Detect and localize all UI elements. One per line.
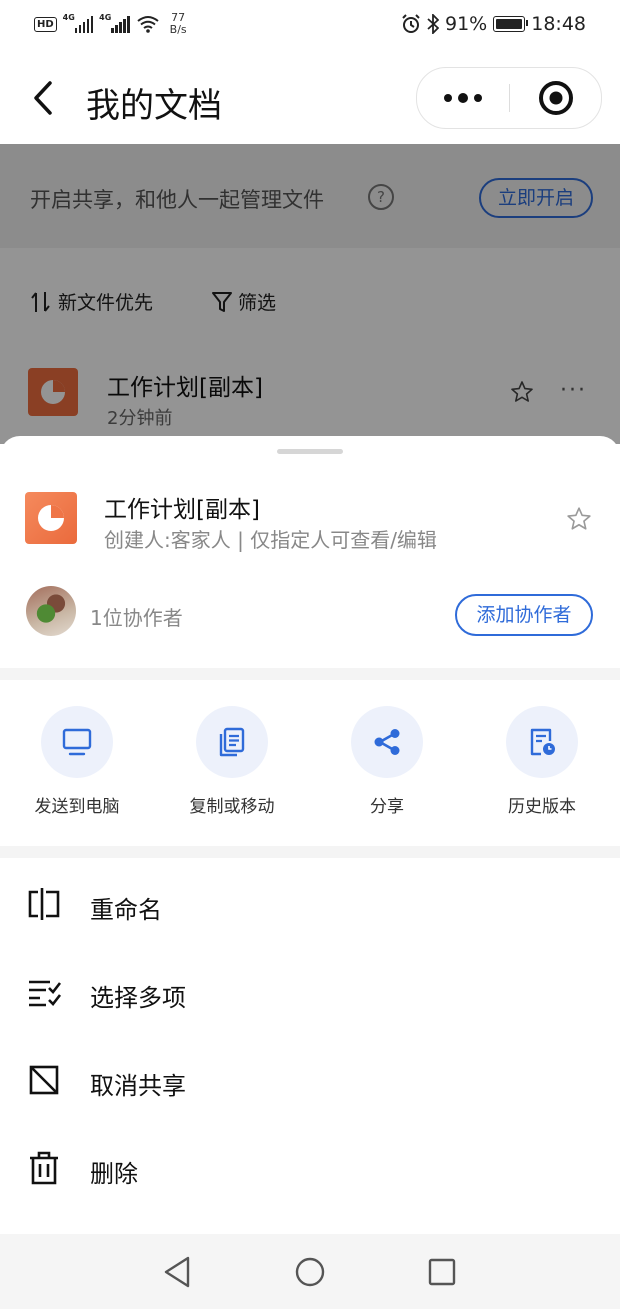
target-icon <box>538 81 573 115</box>
dim-overlay[interactable] <box>0 144 620 444</box>
sheet-file-name: 工作计划[副本] <box>104 497 260 523</box>
recents-square-icon[interactable] <box>424 1254 460 1290</box>
dot-icon <box>444 94 452 102</box>
multi-select-icon <box>29 980 62 1007</box>
action-label: 分享 <box>370 797 404 817</box>
unshare-menu-item[interactable]: 取消共享 <box>0 1036 620 1124</box>
alarm-icon <box>402 14 420 33</box>
dot-icon <box>474 94 482 102</box>
add-collaborator-button[interactable]: 添加协作者 <box>455 594 593 636</box>
action-icon-circle <box>506 706 578 778</box>
mini-program-capsule <box>416 67 602 129</box>
net-speed: 77 B/s <box>170 12 187 36</box>
trash-icon <box>30 1151 58 1185</box>
multi-select-menu-item[interactable]: 选择多项 <box>0 948 620 1036</box>
action-label: 复制或移动 <box>189 797 275 817</box>
unshare-icon <box>29 1065 59 1095</box>
rename-icon <box>28 888 60 920</box>
clock: 18:48 <box>531 13 586 35</box>
menu-label: 取消共享 <box>90 1072 186 1100</box>
nav-bar: 我的文档 <box>0 52 620 144</box>
menu-label: 重命名 <box>90 896 162 924</box>
copy-icon <box>219 727 245 757</box>
monitor-icon <box>62 728 92 756</box>
sim1-label: 4G <box>62 13 75 22</box>
sim2-label: 4G <box>99 13 112 22</box>
file-type-icon <box>25 492 77 544</box>
more-options-button[interactable] <box>417 68 509 128</box>
wifi-icon <box>137 16 159 33</box>
pie-chart-icon <box>38 505 64 531</box>
action-label: 发送到电脑 <box>34 797 120 817</box>
section-divider <box>0 846 620 858</box>
status-bar: HD 4G 4G 77 B/s 91% 18:48 <box>0 0 620 52</box>
file-action-sheet: 工作计划[副本] 创建人:客家人 | 仅指定人可查看/编辑 1位协作者 添加协作… <box>0 436 620 1236</box>
rename-menu-item[interactable]: 重命名 <box>0 860 620 948</box>
page-title: 我的文档 <box>86 86 222 126</box>
back-triangle-icon[interactable] <box>160 1254 196 1290</box>
status-right: 91% 18:48 <box>401 13 586 35</box>
home-circle-icon[interactable] <box>292 1254 328 1290</box>
system-navigation-bar <box>0 1234 620 1309</box>
hd-badge: HD <box>34 16 57 32</box>
battery-icon <box>493 16 529 32</box>
menu-label: 删除 <box>90 1160 138 1188</box>
version-history-button[interactable]: 历史版本 <box>467 706 617 817</box>
back-button[interactable] <box>28 78 62 118</box>
section-divider <box>0 668 620 680</box>
action-icon-circle <box>196 706 268 778</box>
sheet-file-meta: 创建人:客家人 | 仅指定人可查看/编辑 <box>104 528 437 552</box>
menu-label: 选择多项 <box>90 984 186 1012</box>
action-grid: 发送到电脑 复制或移动 分享 历史版本 <box>0 706 620 826</box>
action-icon-circle <box>351 706 423 778</box>
close-miniprogram-button[interactable] <box>510 68 601 128</box>
share-button[interactable]: 分享 <box>312 706 462 817</box>
signal-icon-sim2: 4G <box>99 13 130 33</box>
action-icon-circle <box>41 706 113 778</box>
send-to-pc-button[interactable]: 发送到电脑 <box>2 706 152 817</box>
delete-menu-item[interactable]: 删除 <box>0 1124 620 1212</box>
action-label: 历史版本 <box>508 797 576 817</box>
battery-percent: 91% <box>445 13 488 35</box>
net-speed-unit: B/s <box>169 23 187 36</box>
history-icon <box>530 728 555 756</box>
signal-icon-sim1: 4G <box>62 13 94 33</box>
copy-or-move-button[interactable]: 复制或移动 <box>157 706 307 817</box>
chevron-left-icon <box>34 81 52 115</box>
drag-handle[interactable] <box>277 449 343 454</box>
collaborator-count: 1位协作者 <box>90 606 183 630</box>
dot-icon <box>458 93 468 103</box>
status-left: HD 4G 4G 77 B/s <box>34 12 187 36</box>
share-icon <box>374 729 400 755</box>
avatar <box>26 586 76 636</box>
favorite-star-icon[interactable] <box>566 506 592 532</box>
bluetooth-icon <box>427 14 439 34</box>
